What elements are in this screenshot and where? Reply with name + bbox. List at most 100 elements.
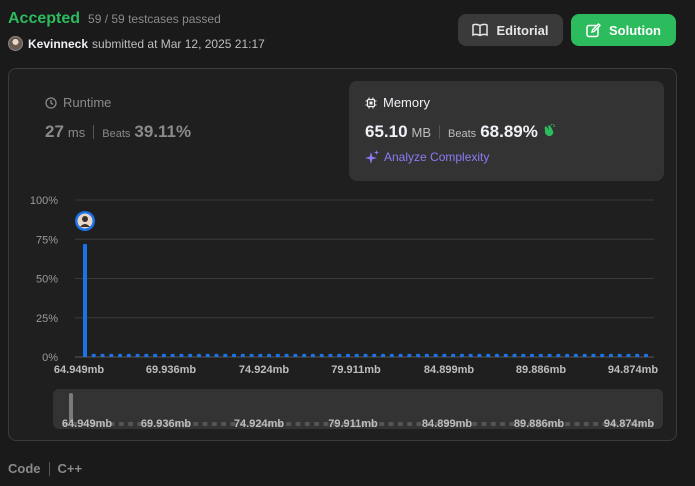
chart-bar[interactable] xyxy=(363,353,368,357)
chart-bar[interactable] xyxy=(582,353,587,357)
chart-bar[interactable] xyxy=(433,353,438,357)
chart-bar[interactable] xyxy=(337,353,342,357)
chart-bar[interactable] xyxy=(275,353,280,357)
chart-bar[interactable] xyxy=(293,353,298,357)
chart-bar[interactable] xyxy=(556,353,561,357)
navigator-bar xyxy=(407,422,413,426)
navigator-bar xyxy=(202,422,208,426)
chart-bar[interactable] xyxy=(144,353,149,357)
navigator-bar xyxy=(304,422,310,426)
language-label[interactable]: C++ xyxy=(58,461,83,476)
divider xyxy=(48,461,50,476)
submitted-time: submitted at Mar 12, 2025 21:17 xyxy=(92,36,265,51)
chart-bar[interactable] xyxy=(617,353,622,357)
chart-bar[interactable] xyxy=(477,353,482,357)
chart-bar[interactable] xyxy=(267,353,272,357)
chart-bar[interactable] xyxy=(170,353,175,357)
navigator-bar xyxy=(128,422,134,426)
navigator-bar xyxy=(416,422,422,426)
performance-panel: Runtime 27 ms Beats 39.11% Memory 65.10 … xyxy=(8,68,677,441)
chart-bar[interactable] xyxy=(328,353,333,357)
code-label: Code xyxy=(8,461,41,476)
navigator-tick-label: 64.949mb xyxy=(62,418,112,430)
navigator-bar xyxy=(314,422,320,426)
chart-bar[interactable] xyxy=(83,243,87,357)
chart-bar[interactable] xyxy=(538,353,543,357)
chart-bar[interactable] xyxy=(188,353,193,357)
chart-bar[interactable] xyxy=(240,353,245,357)
chart-bar[interactable] xyxy=(214,353,219,357)
chart-bar[interactable] xyxy=(381,353,386,357)
chart-bar[interactable] xyxy=(591,353,596,357)
chart-bar[interactable] xyxy=(372,353,377,357)
chart-bar[interactable] xyxy=(626,353,631,357)
chart-bar[interactable] xyxy=(249,353,254,357)
navigator-bar xyxy=(490,422,496,426)
chart-bar[interactable] xyxy=(389,353,394,357)
chart-bar[interactable] xyxy=(310,353,315,357)
chart-bar[interactable] xyxy=(345,353,350,357)
chart-bar[interactable] xyxy=(153,353,158,357)
navigator-bar xyxy=(583,422,589,426)
chart-bar[interactable] xyxy=(521,353,526,357)
chart-bar[interactable] xyxy=(232,353,237,357)
editorial-button[interactable]: Editorial xyxy=(458,14,563,46)
chart-bar[interactable] xyxy=(407,353,412,357)
chart-bar[interactable] xyxy=(486,353,491,357)
chart-bar[interactable] xyxy=(573,353,578,357)
chart-bar[interactable] xyxy=(451,353,456,357)
user-avatar[interactable] xyxy=(8,36,23,51)
chart-bar[interactable] xyxy=(398,353,403,357)
x-tick-label: 79.911mb xyxy=(331,364,381,376)
navigator-tick-label: 79.911mb xyxy=(328,418,378,430)
chart-bar[interactable] xyxy=(109,353,114,357)
chart-bar[interactable] xyxy=(565,353,570,357)
chart-bar[interactable] xyxy=(319,353,324,357)
navigator-bar xyxy=(574,422,580,426)
navigator-bar xyxy=(565,422,571,426)
navigator-tick-label: 84.899mb xyxy=(422,418,472,430)
y-tick-label: 75% xyxy=(36,234,58,246)
username-link[interactable]: Kevinneck xyxy=(28,37,88,51)
chart-bar[interactable] xyxy=(459,353,464,357)
chart-bar[interactable] xyxy=(530,353,535,357)
navigator-bar xyxy=(118,422,124,426)
chart-bar[interactable] xyxy=(118,353,123,357)
chart-bar[interactable] xyxy=(547,353,552,357)
editorial-label: Editorial xyxy=(496,22,549,38)
chart-bar[interactable] xyxy=(205,353,210,357)
chart-bar[interactable] xyxy=(608,353,613,357)
chart-bar[interactable] xyxy=(196,353,201,357)
chart-bar[interactable] xyxy=(258,353,263,357)
chart-bar[interactable] xyxy=(284,353,289,357)
y-tick-label: 25% xyxy=(36,313,58,325)
chart-bar[interactable] xyxy=(468,353,473,357)
chart-bar[interactable] xyxy=(223,353,228,357)
user-avatar-face xyxy=(82,216,88,222)
chart-bar[interactable] xyxy=(135,353,140,357)
chart-bar[interactable] xyxy=(100,353,105,357)
navigator-bar xyxy=(388,422,394,426)
navigator-bar xyxy=(379,422,385,426)
chart-bar[interactable] xyxy=(161,353,166,357)
chart-bar[interactable] xyxy=(442,353,447,357)
chart-bar[interactable] xyxy=(644,353,648,357)
chart-bar[interactable] xyxy=(503,353,508,357)
chart-bar[interactable] xyxy=(600,353,605,357)
chart-bar[interactable] xyxy=(494,353,499,357)
chart-bar[interactable] xyxy=(424,353,429,357)
chart-bar[interactable] xyxy=(179,353,184,357)
chart-bar[interactable] xyxy=(126,353,131,357)
chart-bar[interactable] xyxy=(416,353,421,357)
chart-bar[interactable] xyxy=(302,353,307,357)
chart-bar[interactable] xyxy=(635,353,640,357)
chart-bar[interactable] xyxy=(354,353,359,357)
chart-bar[interactable] xyxy=(91,353,96,357)
memory-distribution-chart[interactable]: 100%75%50%25%0%64.949mb 69.936mb 74.924mb 7… xyxy=(9,69,676,440)
status-accepted: Accepted xyxy=(8,10,81,27)
navigator-bar xyxy=(500,422,506,426)
edit-icon xyxy=(586,22,601,37)
navigator-bar xyxy=(221,422,227,426)
solution-button[interactable]: Solution xyxy=(571,14,676,46)
chart-bar[interactable] xyxy=(512,353,517,357)
